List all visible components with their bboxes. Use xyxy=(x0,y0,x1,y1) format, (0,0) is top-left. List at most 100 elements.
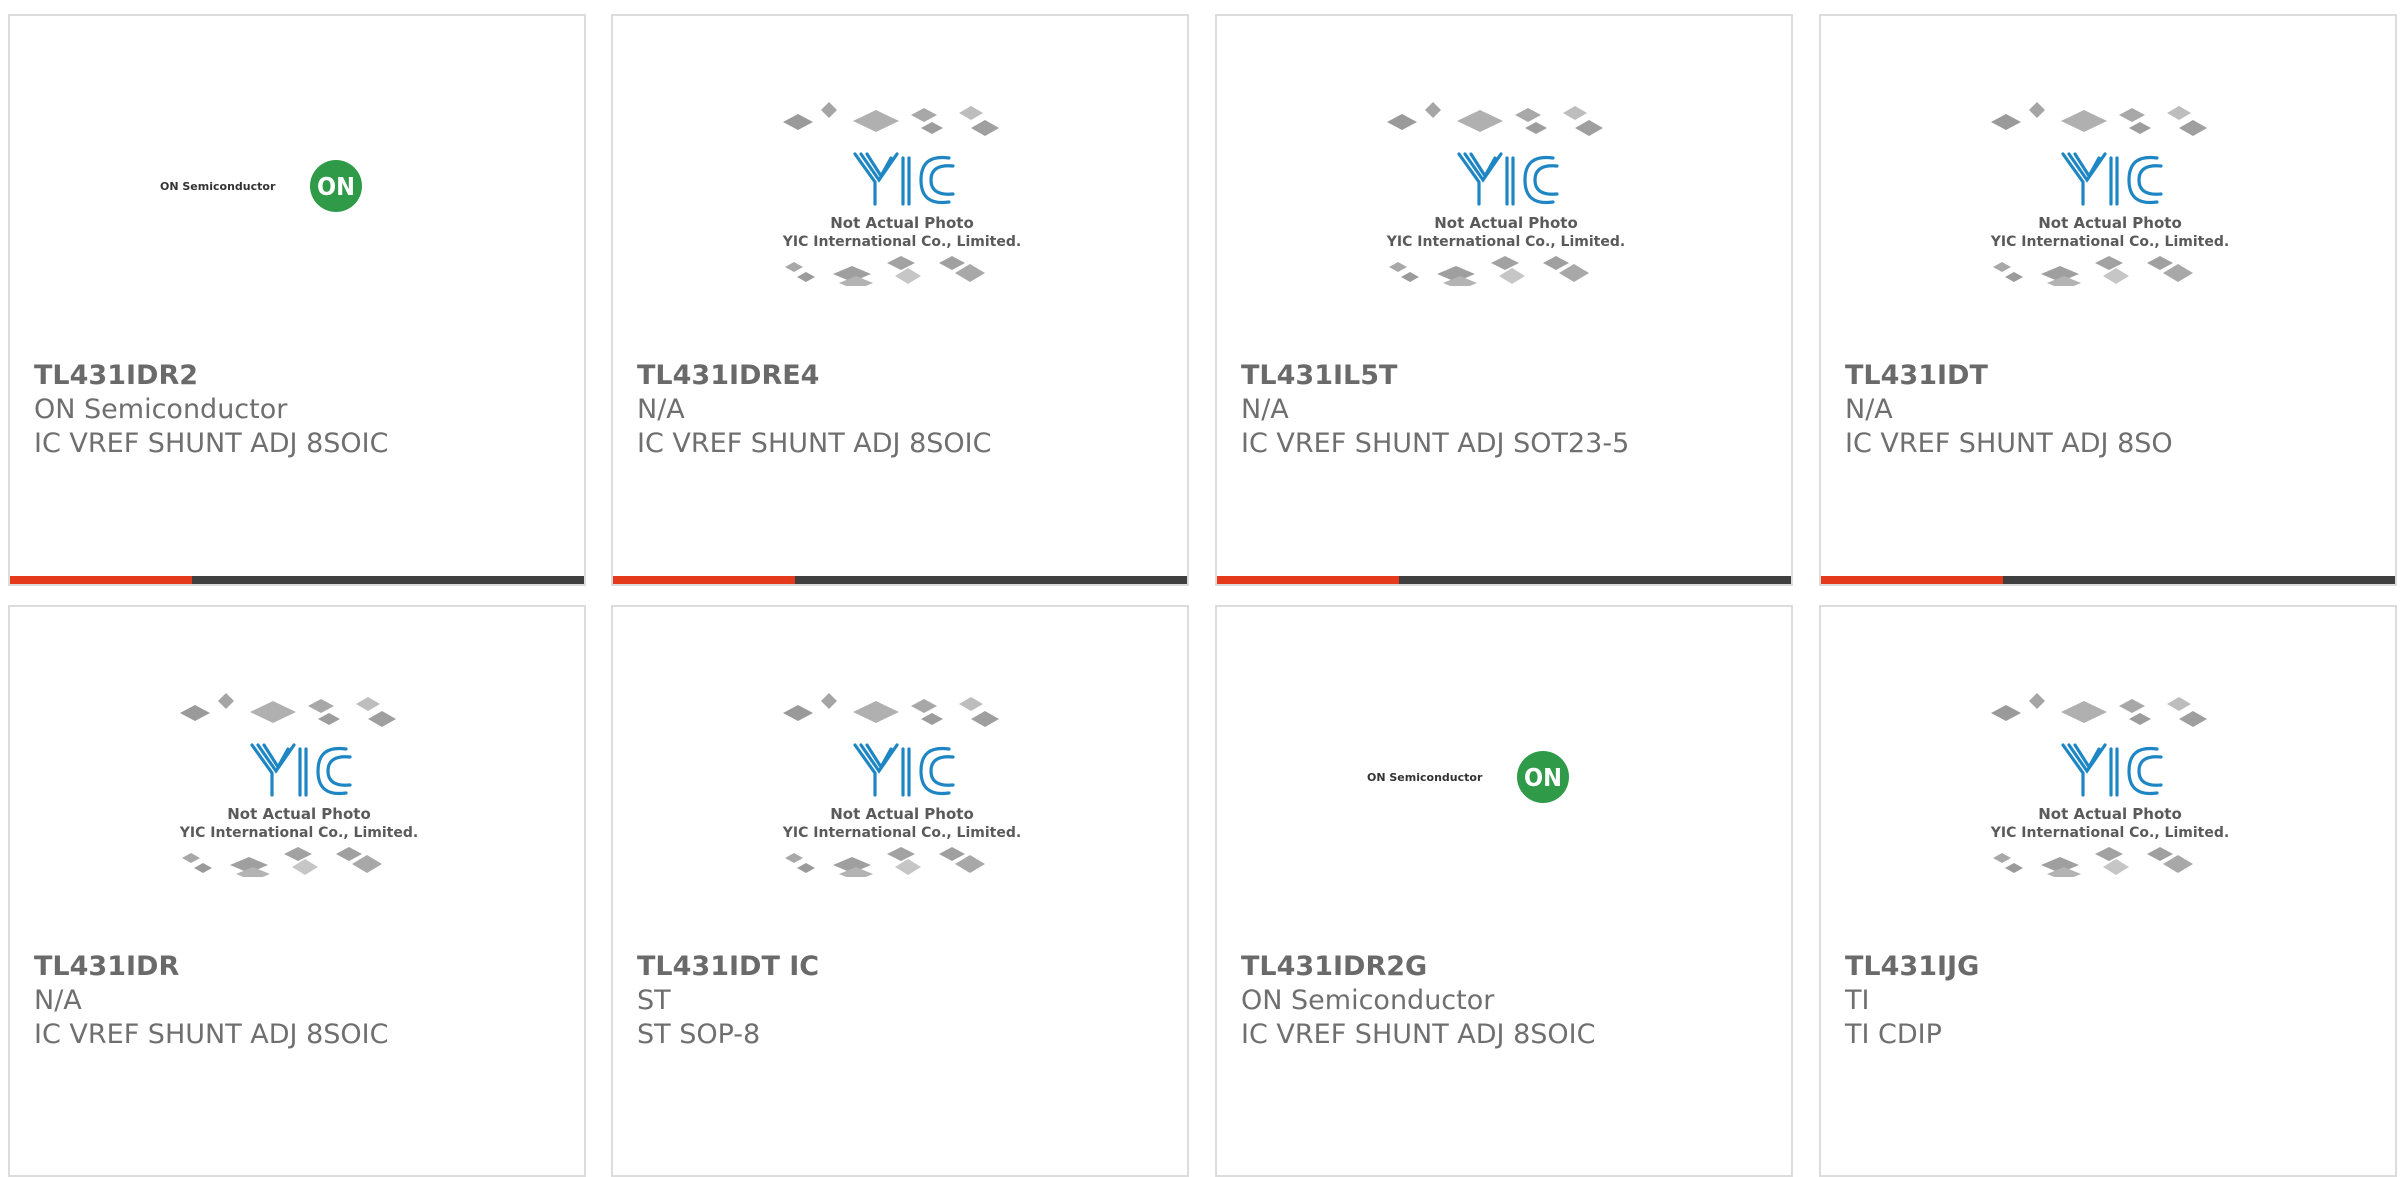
chip-icon xyxy=(797,863,815,873)
chip-icon xyxy=(1491,256,1519,270)
yic-placeholder-graphic: Not Actual Photo YIC International Co., L… xyxy=(782,102,1021,286)
chip-icon xyxy=(1993,853,2011,863)
on-semiconductor-logo[interactable]: ON Semiconductor ON xyxy=(1367,687,1645,877)
chip-icon xyxy=(887,256,915,270)
chip-icon xyxy=(971,711,999,727)
part-number[interactable]: TL431IDRE4 xyxy=(637,359,1167,393)
on-semiconductor-graphic: ON Semiconductor ON xyxy=(1367,751,1569,803)
chip-icon xyxy=(911,108,937,122)
product-card[interactable]: Not Actual Photo YIC International Co., L… xyxy=(1819,605,2397,1177)
chip-icon xyxy=(1993,262,2011,272)
chip-icon xyxy=(921,122,943,134)
chip-icon xyxy=(2129,122,2151,134)
chip-icon xyxy=(821,102,837,118)
yic-placeholder-image[interactable]: Not Actual Photo YIC International Co., L… xyxy=(160,687,438,877)
yic-placeholder-graphic: Not Actual Photo YIC International Co., L… xyxy=(1990,693,2229,877)
card-bottom-bar xyxy=(1821,576,2395,584)
chip-icon xyxy=(1401,272,1419,282)
image-caption: Not Actual Photo xyxy=(830,805,974,823)
chip-icon xyxy=(2179,711,2207,727)
image-caption: YIC International Co., Limited. xyxy=(1990,825,2229,841)
chip-icon xyxy=(182,853,200,863)
chip-icon xyxy=(1425,102,1441,118)
card-accent-bar xyxy=(10,576,192,584)
on-semiconductor-wordmark: ON Semiconductor xyxy=(1367,771,1483,784)
chip-icon xyxy=(2167,106,2191,120)
image-caption: YIC International Co., Limited. xyxy=(782,234,1021,250)
chip-icon xyxy=(352,855,382,873)
yic-placeholder-image[interactable]: Not Actual Photo YIC International Co., L… xyxy=(763,687,1041,877)
yic-placeholder-image[interactable]: Not Actual Photo YIC International Co., L… xyxy=(1367,96,1645,286)
manufacturer: ST xyxy=(637,985,671,1016)
part-number[interactable]: TL431IDR xyxy=(34,950,564,984)
chip-icon xyxy=(959,697,983,711)
yic-placeholder-image[interactable]: Not Actual Photo YIC International Co., L… xyxy=(1971,96,2249,286)
product-card[interactable]: Not Actual Photo YIC International Co., L… xyxy=(611,14,1189,586)
image-caption: Not Actual Photo xyxy=(227,805,371,823)
image-caption: YIC International Co., Limited. xyxy=(782,825,1021,841)
on-semiconductor-logo[interactable]: ON Semiconductor ON xyxy=(160,96,438,286)
chip-icon xyxy=(853,701,899,723)
image-caption: Not Actual Photo xyxy=(830,214,974,232)
chip-icon xyxy=(921,713,943,725)
manufacturer: N/A xyxy=(34,985,82,1016)
chip-icon xyxy=(971,120,999,136)
chip-icon xyxy=(2163,264,2193,282)
product-card[interactable]: Not Actual Photo YIC International Co., L… xyxy=(1819,14,2397,586)
chip-icon xyxy=(959,106,983,120)
product-card[interactable]: Not Actual Photo YIC International Co., L… xyxy=(611,605,1189,1177)
chip-icon xyxy=(2147,256,2173,270)
product-card[interactable]: Not Actual Photo YIC International Co., L… xyxy=(1215,14,1793,586)
chip-icon xyxy=(308,699,334,713)
chip-icon xyxy=(2005,272,2023,282)
description: IC VREF SHUNT ADJ 8SOIC xyxy=(34,428,389,459)
description: ST SOP-8 xyxy=(637,1019,761,1050)
chip-icon xyxy=(785,262,803,272)
part-number[interactable]: TL431IJG xyxy=(1845,950,2375,984)
manufacturer: ON Semiconductor xyxy=(34,394,288,425)
chip-icon xyxy=(2029,693,2045,709)
description: IC VREF SHUNT ADJ 8SOIC xyxy=(637,428,992,459)
yic-logo-icon xyxy=(1457,152,1559,206)
chip-icon xyxy=(292,859,318,875)
product-card[interactable]: Not Actual Photo YIC International Co., L… xyxy=(8,605,586,1177)
chip-icon xyxy=(939,256,965,270)
yic-placeholder-graphic: Not Actual Photo YIC International Co., L… xyxy=(179,693,418,877)
chip-icon xyxy=(2005,863,2023,873)
yic-placeholder-image[interactable]: Not Actual Photo YIC International Co., L… xyxy=(1971,687,2249,877)
chip-icon xyxy=(2119,108,2145,122)
chip-icon xyxy=(218,693,234,709)
yic-logo-icon xyxy=(853,152,955,206)
chip-icon xyxy=(821,693,837,709)
product-card[interactable]: ON Semiconductor ON TL431IDR2G ON Semicon… xyxy=(1215,605,1793,1177)
manufacturer: N/A xyxy=(637,394,685,425)
chip-icon xyxy=(1559,264,1589,282)
part-number[interactable]: TL431IDR2G xyxy=(1241,950,1771,984)
yic-placeholder-graphic: Not Actual Photo YIC International Co., L… xyxy=(782,693,1021,877)
chip-icon xyxy=(250,701,296,723)
yic-logo-icon xyxy=(2061,743,2163,797)
part-number[interactable]: TL431IDT IC xyxy=(637,950,1167,984)
chip-icon xyxy=(895,859,921,875)
part-number[interactable]: TL431IL5T xyxy=(1241,359,1771,393)
yic-placeholder-image[interactable]: Not Actual Photo YIC International Co., L… xyxy=(763,96,1041,286)
image-caption: Not Actual Photo xyxy=(1434,214,1578,232)
card-accent-bar xyxy=(613,576,795,584)
chip-icon xyxy=(887,847,915,861)
on-semiconductor-graphic: ON Semiconductor ON xyxy=(160,160,362,212)
chip-icon xyxy=(356,697,380,711)
chip-icon xyxy=(336,847,362,861)
card-bottom-bar xyxy=(613,576,1187,584)
chip-icon xyxy=(2147,847,2173,861)
part-number[interactable]: TL431IDT xyxy=(1845,359,2375,393)
chip-icon xyxy=(895,268,921,284)
chip-icon xyxy=(2061,110,2107,132)
chip-icon xyxy=(1543,256,1569,270)
description: IC VREF SHUNT ADJ 8SOIC xyxy=(34,1019,389,1050)
chip-icon xyxy=(318,713,340,725)
chip-icon xyxy=(2163,855,2193,873)
product-card[interactable]: ON Semiconductor ON TL431IDR2 ON Semicond… xyxy=(8,14,586,586)
manufacturer: TI xyxy=(1845,985,1870,1016)
part-number[interactable]: TL431IDR2 xyxy=(34,359,564,393)
yic-placeholder-graphic: Not Actual Photo YIC International Co., L… xyxy=(1990,102,2229,286)
